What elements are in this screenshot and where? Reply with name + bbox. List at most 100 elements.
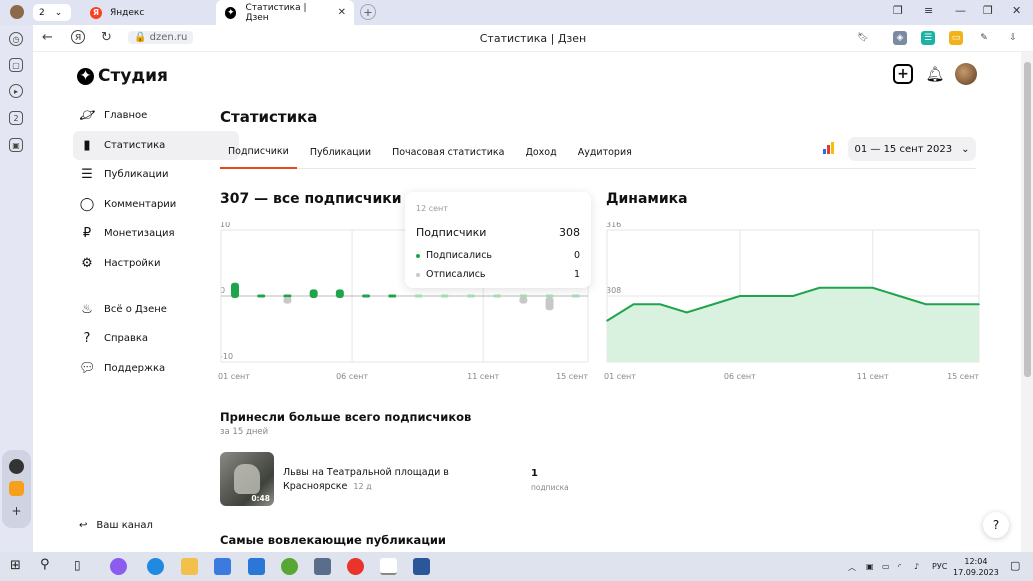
extension-icon[interactable]: ☰: [921, 31, 935, 45]
language-indicator[interactable]: РУС: [932, 562, 947, 571]
x-tick-label: 15 сент: [556, 372, 588, 381]
publication-title[interactable]: Львы на Театральной площади в Красноярск…: [283, 466, 463, 494]
tabs-count-icon[interactable]: 2: [9, 111, 23, 125]
battery-icon[interactable]: ▭: [949, 31, 963, 45]
sidebar-item-about-dzen[interactable]: ♨ Всё о Дзене: [73, 295, 239, 324]
bar-unsubscribed: [283, 297, 292, 304]
volume-icon[interactable]: ♪: [914, 562, 919, 571]
studio-logo[interactable]: ✦ Студия: [77, 66, 168, 86]
close-tab-icon[interactable]: ✕: [338, 7, 346, 18]
tab-title: Яндекс: [110, 7, 145, 18]
tab-hourly[interactable]: Почасовая статистика: [384, 136, 512, 169]
data-point: [712, 303, 715, 306]
word-app-icon[interactable]: [413, 558, 430, 575]
windows-start-icon[interactable]: ⊞: [10, 558, 21, 573]
extensions-icon[interactable]: ✎: [977, 31, 991, 45]
history-icon[interactable]: ◷: [9, 32, 23, 46]
tab-audience[interactable]: Аудитория: [570, 136, 640, 169]
download-icon[interactable]: ⇩: [1006, 31, 1020, 45]
profile-avatar[interactable]: [10, 5, 24, 19]
sidebar-item-settings[interactable]: ⚙ Настройки: [73, 249, 239, 278]
alice-app-icon[interactable]: [110, 558, 127, 575]
sidebar-item-label: Комментарии: [104, 198, 177, 210]
app-icon[interactable]: [314, 558, 331, 575]
mail-app-icon[interactable]: [248, 558, 265, 575]
tab-group-button[interactable]: 2 ⌄: [33, 4, 71, 21]
sidebar-item-statistics[interactable]: ▮ Статистика: [73, 130, 239, 160]
y-tick-label: 10: [220, 222, 230, 229]
search-icon[interactable]: ⚲: [40, 557, 50, 572]
bar-subscribed: [309, 289, 318, 298]
menu-icon[interactable]: ≡: [924, 4, 933, 17]
y-tick-label: 316: [606, 222, 621, 229]
alice-icon[interactable]: [9, 459, 24, 474]
sidebar-item-main[interactable]: 🪐︎ Главное: [73, 101, 239, 130]
period-selector[interactable]: 01 — 15 сент 2023 ⌄: [848, 137, 976, 161]
explorer-app-icon[interactable]: [181, 558, 198, 575]
bar-subscribed-zero: [388, 294, 397, 298]
wifi-icon[interactable]: ◜: [898, 562, 901, 571]
page-title: Статистика: [220, 108, 318, 126]
add-app-icon[interactable]: +: [9, 504, 24, 519]
tab-dzen-stats[interactable]: ✦ Статистика | Дзен ✕: [216, 0, 354, 25]
help-circle-icon: ?: [83, 331, 91, 347]
tooltip-row-subscribed: Подписались 0: [416, 250, 580, 261]
page-scrollbar[interactable]: [1021, 52, 1033, 552]
x-tick-label: 11 сент: [857, 372, 889, 381]
collections-icon[interactable]: ❐: [893, 4, 903, 17]
tab-income[interactable]: Доход: [517, 136, 564, 169]
tab-subscribers[interactable]: Подписчики: [220, 136, 297, 169]
notifications-icon[interactable]: ▢: [1010, 559, 1020, 572]
torrent-app-icon[interactable]: [281, 558, 298, 575]
ruble-icon: ₽: [82, 226, 92, 242]
restore-icon[interactable]: ❐: [983, 4, 993, 17]
sidebar-item-support[interactable]: 💬︎ Поддержка: [73, 354, 239, 383]
close-window-icon[interactable]: ✕: [1012, 4, 1021, 17]
your-channel-link[interactable]: ↩ Ваш канал: [79, 520, 153, 531]
sidebar-item-label: Главное: [104, 110, 148, 121]
y-tick-label: 308: [606, 286, 621, 295]
help-button[interactable]: ?: [983, 512, 1009, 538]
collections-icon[interactable]: ▢: [9, 58, 23, 72]
studio-page: ✦ Студия + 🔔︎ 🪐︎ Главное ▮ Статистика ☰ Пуб…: [33, 52, 1021, 552]
task-view-icon[interactable]: ▯: [74, 558, 81, 572]
flame-icon: ♨: [81, 301, 93, 317]
chevron-up-icon[interactable]: ︿: [848, 562, 856, 573]
minimize-icon[interactable]: —: [955, 4, 966, 17]
scrollbar-thumb[interactable]: [1024, 62, 1031, 377]
tab-yandex[interactable]: Я Яндекс: [82, 0, 216, 25]
publication-thumbnail[interactable]: 0:48: [220, 452, 274, 506]
sidebar-item-monetization[interactable]: ₽ Монетизация: [73, 219, 239, 248]
edge-app-icon[interactable]: [147, 558, 164, 575]
screenshot-icon[interactable]: ▣: [9, 138, 23, 152]
bell-icon[interactable]: 🔔︎: [925, 64, 945, 84]
chart-tooltip: 12 сент Подписчики 308 Подписались 0 Отп…: [405, 192, 591, 288]
clock[interactable]: 12:04 17.09.2023: [953, 556, 999, 578]
colored-bars-icon[interactable]: [823, 142, 834, 154]
bar-subscribed-zero: [466, 294, 475, 298]
windows-taskbar: ⊞ ⚲ ▯ ︿ ▣ ▭ ◜ ♪ РУС 12:04 17.09.2023 ▢: [0, 552, 1033, 581]
create-button[interactable]: +: [893, 64, 913, 84]
play-icon[interactable]: ▸: [9, 84, 23, 98]
yandex-app-icon[interactable]: [347, 558, 364, 575]
chevron-down-icon: ⌄: [961, 143, 970, 155]
sidebar-item-comments[interactable]: ◯ Комментарии: [73, 190, 239, 219]
dynamics-area-chart[interactable]: 31630830001 сент06 сент11 сент15 сент: [604, 222, 984, 387]
new-tab-button[interactable]: +: [360, 4, 376, 20]
tab-publications[interactable]: Публикации: [302, 136, 379, 169]
publication-count-label: подписка: [531, 483, 569, 492]
bar-subscribed-zero: [571, 294, 580, 298]
sidebar-item-publications[interactable]: ☰ Публикации: [73, 160, 239, 189]
bookmark-icon[interactable]: 🔖︎: [856, 31, 870, 45]
battery-tray-icon[interactable]: ▭: [882, 562, 890, 571]
user-avatar[interactable]: [955, 63, 977, 85]
protect-icon[interactable]: ◈: [893, 31, 907, 45]
messenger-icon[interactable]: [9, 481, 24, 496]
tray-app-icon[interactable]: ▣: [866, 562, 874, 571]
logo-text: Студия: [98, 66, 168, 86]
tooltip-row-label: Подписались: [426, 250, 493, 261]
bar-chart-icon: ▮: [83, 137, 91, 153]
store-app-icon[interactable]: [214, 558, 231, 575]
sidebar-item-help[interactable]: ? Справка: [73, 324, 239, 353]
yandex-browser-app-icon[interactable]: [380, 558, 397, 575]
